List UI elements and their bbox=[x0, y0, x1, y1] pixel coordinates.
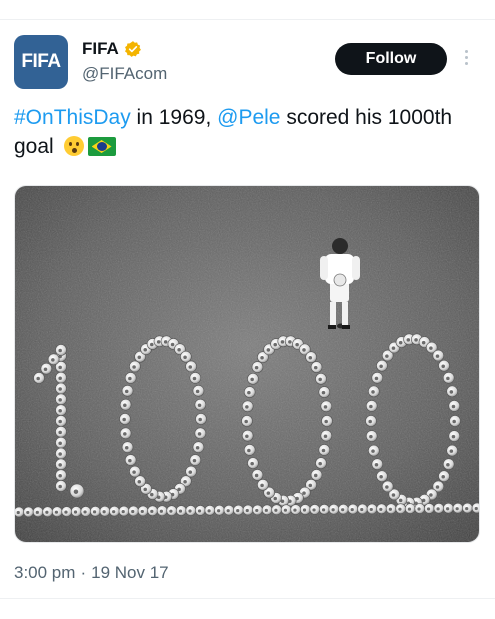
tweet-text: #OnThisDay in 1969, @Pele scored his 100… bbox=[14, 103, 474, 161]
tweet-time[interactable]: 3:00 pm bbox=[14, 563, 75, 583]
display-name[interactable]: FIFA bbox=[82, 39, 119, 59]
meta-separator: · bbox=[80, 563, 87, 582]
fifa-logo-text: FIFA bbox=[21, 51, 61, 72]
photo-pele-1000-balls bbox=[15, 186, 479, 542]
author-handle[interactable]: @FIFAcom bbox=[82, 64, 167, 84]
verified-badge-icon bbox=[124, 41, 141, 57]
tweet-card: FIFA FIFA @FIFAcom Follow #OnThisDay in … bbox=[0, 0, 495, 619]
author-name-row[interactable]: FIFA bbox=[82, 39, 142, 59]
hushed-face-emoji bbox=[63, 136, 84, 156]
tweet-text-part-1: in 1969, bbox=[130, 106, 218, 129]
top-divider bbox=[0, 19, 495, 20]
grass-texture bbox=[15, 186, 479, 542]
hashtag-link[interactable]: #OnThisDay bbox=[14, 106, 131, 129]
tweet-photo[interactable] bbox=[14, 185, 480, 543]
brazil-flag-emoji bbox=[87, 137, 116, 156]
more-vertical-icon[interactable] bbox=[462, 47, 470, 73]
bottom-divider bbox=[0, 598, 495, 599]
mention-link[interactable]: @Pele bbox=[217, 106, 280, 129]
tweet-date[interactable]: 19 Nov 17 bbox=[91, 563, 169, 583]
avatar[interactable]: FIFA bbox=[14, 35, 68, 89]
follow-button[interactable]: Follow bbox=[335, 43, 447, 75]
tweet-timestamp[interactable]: 3:00 pm · 19 Nov 17 bbox=[14, 563, 169, 583]
